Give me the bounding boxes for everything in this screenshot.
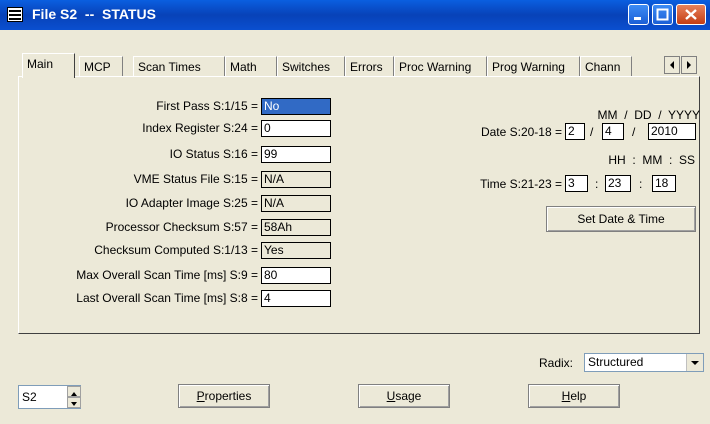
date-separator: / [590, 125, 594, 139]
time-second-field[interactable]: 18 [652, 175, 676, 192]
processor-checksum-label: Processor Checksum S:57 = [105, 220, 258, 234]
tab-channel[interactable]: Chann [580, 56, 632, 76]
tab-prog-warning[interactable]: Prog Warning [487, 56, 580, 76]
time-separator: : [595, 177, 599, 191]
vme-status-label: VME Status File S:15 = [133, 172, 258, 186]
minimize-icon [634, 17, 641, 20]
max-scan-time-label: Max Overall Scan Time [ms] S:9 = [76, 268, 258, 282]
tab-strip: Main MCP Scan Times Math Switches Errors… [18, 53, 698, 78]
arrow-left-icon [670, 61, 674, 69]
io-status-label: IO Status S:16 = [169, 147, 258, 161]
time-separator: : [639, 177, 643, 191]
help-button-label: Help [561, 389, 587, 403]
usage-button-label: Usage [386, 389, 422, 403]
date-day-field[interactable]: 4 [602, 123, 624, 140]
radix-value: Structured [588, 355, 644, 369]
first-pass-label: First Pass S:1/15 = [156, 99, 258, 113]
io-adapter-image-field: N/A [261, 195, 331, 212]
chevron-down-icon [691, 361, 699, 365]
time-hour-field[interactable]: 3 [565, 175, 588, 192]
tab-scroll-left-button[interactable] [664, 56, 680, 74]
radix-dropdown-button[interactable] [686, 354, 703, 371]
last-scan-time-field[interactable]: 4 [261, 290, 331, 307]
vme-status-field: N/A [261, 171, 331, 188]
tab-mcp[interactable]: MCP [79, 56, 123, 76]
time-label: Time S:21-23 = [480, 177, 562, 191]
tab-math[interactable]: Math [225, 56, 277, 76]
set-date-time-button[interactable]: Set Date & Time [546, 206, 696, 232]
usage-button[interactable]: Usage [358, 384, 450, 408]
maximize-icon [656, 8, 669, 21]
tab-main[interactable]: Main [22, 53, 75, 78]
date-label: Date S:20-18 = [480, 125, 562, 139]
tab-switches[interactable]: Switches [277, 56, 345, 76]
time-minute-field[interactable]: 23 [605, 175, 631, 192]
date-year-field[interactable]: 2010 [648, 123, 696, 140]
minimize-button[interactable] [628, 4, 649, 25]
tab-scan-times[interactable]: Scan Times [133, 56, 225, 76]
tab-proc-warning[interactable]: Proc Warning [394, 56, 487, 76]
radix-select[interactable]: Structured [584, 353, 704, 372]
spin-down-button[interactable] [67, 397, 81, 408]
arrow-right-icon [687, 61, 691, 69]
tab-scroll-right-button[interactable] [681, 56, 697, 74]
radix-label: Radix: [539, 356, 574, 370]
date-format-label: MM / DD / YYYY [597, 108, 700, 122]
maximize-button[interactable] [652, 4, 673, 25]
index-register-field[interactable]: 0 [261, 120, 331, 137]
title-bar[interactable]: File S2 -- STATUS [0, 0, 710, 30]
status-dialog-window: File S2 -- STATUS Main MCP Scan Times Ma… [0, 0, 710, 424]
io-status-field[interactable]: 99 [261, 146, 331, 163]
close-button[interactable] [676, 4, 706, 25]
date-month-field[interactable]: 2 [565, 123, 585, 140]
max-scan-time-field[interactable]: 80 [261, 267, 331, 284]
file-spinner[interactable]: S2 [18, 385, 81, 409]
spin-up-button[interactable] [67, 386, 81, 397]
tab-errors[interactable]: Errors [345, 56, 394, 76]
first-pass-field[interactable]: No [261, 98, 331, 115]
index-register-label: Index Register S:24 = [142, 121, 258, 135]
checksum-computed-label: Checksum Computed S:1/13 = [94, 243, 258, 257]
arrow-down-icon [71, 402, 77, 406]
help-button[interactable]: Help [528, 384, 620, 408]
data-file-icon [7, 7, 23, 22]
properties-button[interactable]: Properties [178, 384, 270, 408]
time-format-label: HH : MM : SS [608, 153, 695, 167]
file-spinner-value: S2 [22, 390, 37, 404]
properties-button-label: Properties [196, 389, 252, 403]
last-scan-time-label: Last Overall Scan Time [ms] S:8 = [76, 291, 258, 305]
date-separator: / [632, 125, 636, 139]
close-icon [685, 9, 697, 20]
io-adapter-image-label: IO Adapter Image S:25 = [125, 196, 258, 210]
checksum-computed-field: Yes [261, 242, 331, 259]
processor-checksum-field: 58Ah [261, 219, 331, 236]
window-title: File S2 -- STATUS [32, 6, 156, 22]
